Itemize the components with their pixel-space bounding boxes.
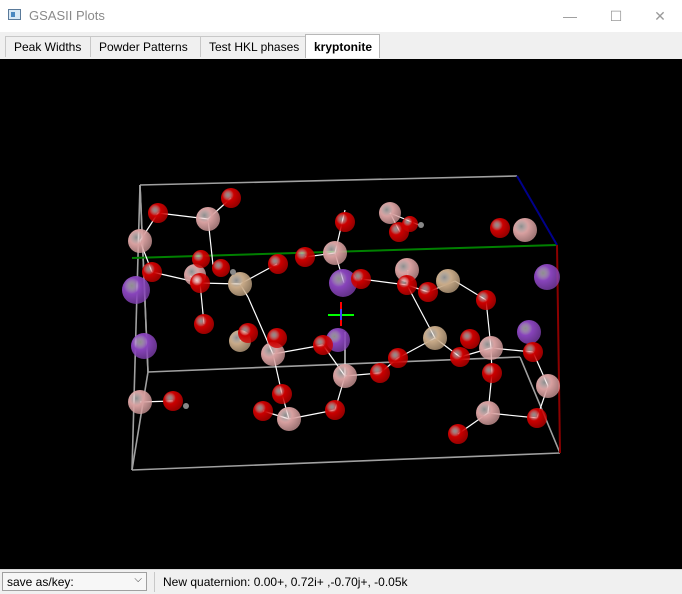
oxygen-atom: [527, 408, 547, 428]
unit-cell-edge: [139, 175, 518, 186]
tab-label: Powder Patterns: [99, 40, 188, 54]
oxygen-atom: [397, 275, 417, 295]
tab-bar: Peak Widths Powder Patterns Test HKL pha…: [0, 32, 682, 60]
oxygen-atom: [295, 247, 315, 267]
app-icon: [8, 9, 21, 20]
oxygen-atom: [460, 329, 480, 349]
oxygen-atom: [268, 254, 288, 274]
oxygen-atom: [194, 314, 214, 334]
purple-atom: [517, 320, 541, 344]
oxygen-atom: [523, 342, 543, 362]
title-bar: GSASII Plots — ☐ ✕: [0, 0, 682, 32]
oxygen-atom: [482, 363, 502, 383]
oxygen-atom: [370, 363, 390, 383]
pink-atom: [536, 374, 560, 398]
maximize-button[interactable]: ☐: [593, 0, 639, 32]
pink-atom: [128, 390, 152, 414]
grey-atom: [183, 403, 189, 409]
tab-label: Peak Widths: [14, 40, 82, 54]
tab-test-hkl-phases[interactable]: Test HKL phases: [200, 36, 306, 57]
pink-atom: [277, 407, 301, 431]
status-divider: [154, 572, 155, 592]
tab-label: Test HKL phases: [209, 40, 300, 54]
oxygen-atom: [418, 282, 438, 302]
oxygen-atom: [351, 269, 371, 289]
tan-atom: [228, 272, 252, 296]
crystal-structure-view[interactable]: [0, 59, 682, 569]
oxygen-atom: [476, 290, 496, 310]
pink-atom: [323, 241, 347, 265]
oxygen-atom: [221, 188, 241, 208]
oxygen-atom: [313, 335, 333, 355]
oxygen-atom: [388, 348, 408, 368]
close-icon: ✕: [654, 7, 666, 24]
pink-atom: [196, 207, 220, 231]
oxygen-atom: [253, 401, 273, 421]
window-title: GSASII Plots: [29, 8, 105, 23]
pink-atom: [128, 229, 152, 253]
oxygen-atom: [192, 250, 210, 268]
oxygen-atom: [402, 216, 418, 232]
oxygen-atom: [148, 203, 168, 223]
oxygen-atom: [325, 400, 345, 420]
tab-label: kryptonite: [314, 40, 373, 54]
tab-peak-widths[interactable]: Peak Widths: [5, 36, 91, 57]
pink-atom: [476, 401, 500, 425]
purple-atom: [131, 333, 157, 359]
tab-powder-patterns[interactable]: Powder Patterns: [90, 36, 201, 57]
status-message: New quaternion: 0.00+, 0.72i+ ,-0.70j+, …: [163, 575, 408, 589]
oxygen-atom: [212, 259, 230, 277]
pink-atom: [479, 336, 503, 360]
select-value: save as/key:: [7, 575, 74, 589]
oxygen-atom: [490, 218, 510, 238]
oxygen-atom: [272, 384, 292, 404]
unit-cell-edge: [131, 452, 561, 471]
grey-atom: [418, 222, 424, 228]
minimize-icon: —: [563, 8, 577, 24]
chevron-down-icon: ⌵: [134, 574, 142, 585]
maximize-icon: ☐: [609, 7, 623, 24]
save-as-key-select[interactable]: save as/key: ⌵: [2, 572, 147, 591]
tab-kryptonite[interactable]: kryptonite: [305, 34, 380, 58]
oxygen-atom: [448, 424, 468, 444]
oxygen-atom: [163, 391, 183, 411]
pink-atom: [379, 202, 401, 224]
close-button[interactable]: ✕: [637, 0, 682, 32]
tan-atom: [436, 269, 460, 293]
pink-atom: [513, 218, 537, 242]
status-bar: save as/key: ⌵ New quaternion: 0.00+, 0.…: [0, 569, 682, 594]
unit-cell-edge: [519, 356, 561, 454]
oxygen-atom: [335, 212, 355, 232]
tan-atom: [423, 326, 447, 350]
oxygen-atom: [190, 273, 210, 293]
oxygen-atom: [238, 323, 258, 343]
purple-atom: [122, 276, 150, 304]
oxygen-atom: [450, 347, 470, 367]
structure-plot-canvas[interactable]: [0, 59, 682, 569]
grey-atom: [230, 269, 236, 275]
minimize-button[interactable]: —: [547, 0, 593, 32]
purple-atom: [534, 264, 560, 290]
oxygen-atom: [142, 262, 162, 282]
oxygen-atom: [267, 328, 287, 348]
pink-atom: [333, 364, 357, 388]
